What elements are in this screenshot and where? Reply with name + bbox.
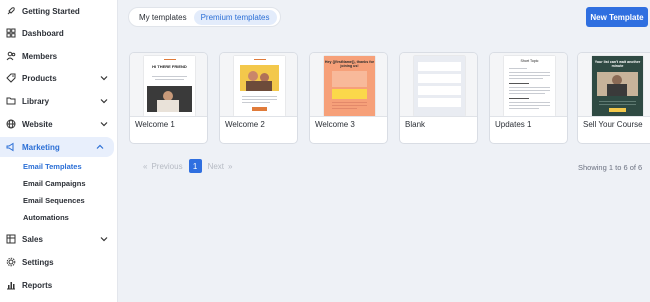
template-preview: Your list can't wait another minute <box>592 56 643 116</box>
sidebar-item-label: Products <box>22 73 57 83</box>
grid-icon <box>6 28 16 38</box>
card-divider <box>400 116 477 117</box>
new-template-button[interactable]: New Template <box>586 7 648 27</box>
card-divider <box>310 116 387 117</box>
template-name: Blank <box>405 120 426 129</box>
sidebar-item-label: Marketing <box>22 142 60 152</box>
template-name: Sell Your Course <box>583 120 643 129</box>
sidebar-subitem-email-sequences[interactable]: Email Sequences <box>23 196 85 205</box>
template-thumbnail <box>220 53 297 116</box>
sidebar-item-products[interactable]: Products <box>0 68 118 88</box>
sidebar-item-members[interactable]: Members <box>0 46 118 66</box>
preview-photo <box>597 72 638 96</box>
megaphone-icon <box>6 142 16 152</box>
sidebar: Getting Started Dashboard Members Produc… <box>0 0 118 302</box>
chevron-down-icon[interactable] <box>100 97 108 105</box>
previous-button[interactable]: Previous <box>151 162 182 171</box>
template-thumbnail: HI THERE FRIEND <box>130 53 207 116</box>
card-divider <box>490 116 567 117</box>
sidebar-item-sales[interactable]: Sales <box>0 229 118 249</box>
template-thumbnail: Short Topic <box>490 53 567 116</box>
sidebar-item-settings[interactable]: Settings <box>0 252 118 272</box>
table-icon <box>6 234 16 244</box>
chevron-down-icon[interactable] <box>100 74 108 82</box>
folder-icon <box>6 96 16 106</box>
sidebar-item-marketing[interactable]: Marketing <box>0 137 114 157</box>
chevron-up-icon[interactable] <box>96 143 104 151</box>
template-card-updates-1[interactable]: Short Topic Updates 1 <box>489 52 568 144</box>
template-name: Updates 1 <box>495 120 532 129</box>
template-headline: Your list can't wait another minute <box>594 60 641 69</box>
template-card-welcome-3[interactable]: Hey {{firstName}}, thanks for joining us… <box>309 52 388 144</box>
template-tabs: My templates Premium templates <box>128 7 281 27</box>
chart-icon <box>6 280 16 290</box>
sidebar-item-website[interactable]: Website <box>0 114 118 134</box>
sidebar-item-library[interactable]: Library <box>0 91 118 111</box>
pagination: « Previous 1 Next » <box>143 159 236 173</box>
template-card-welcome-1[interactable]: HI THERE FRIEND Welcome 1 <box>129 52 208 144</box>
template-thumbnail <box>400 53 477 116</box>
sidebar-item-label: Dashboard <box>22 28 64 38</box>
sidebar-item-label: Getting Started <box>22 6 80 16</box>
chevron-down-icon[interactable] <box>100 235 108 243</box>
preview-photo <box>240 65 279 91</box>
sidebar-item-label: Settings <box>22 257 54 267</box>
sidebar-item-reports[interactable]: Reports <box>0 275 118 295</box>
template-name: Welcome 1 <box>135 120 175 129</box>
template-preview <box>234 56 285 116</box>
tag-icon <box>6 73 16 83</box>
users-icon <box>6 51 16 61</box>
sidebar-item-label: Sales <box>22 234 43 244</box>
template-preview: Hey {{firstName}}, thanks for joining us… <box>324 56 375 116</box>
template-headline: Short Topic <box>520 59 539 63</box>
sidebar-item-label: Library <box>22 96 50 106</box>
card-divider <box>220 116 297 117</box>
chevron-down-icon[interactable] <box>100 120 108 128</box>
gear-icon <box>6 257 16 267</box>
template-card-blank[interactable]: Blank <box>399 52 478 144</box>
template-preview: Short Topic <box>504 56 555 116</box>
results-status: Showing 1 to 6 of 6 <box>578 163 643 172</box>
globe-icon <box>6 119 16 129</box>
next-button[interactable]: Next <box>208 162 224 171</box>
card-divider <box>130 116 207 117</box>
template-preview <box>414 56 465 116</box>
template-headline: Hey {{firstName}}, thanks for joining us… <box>324 60 375 69</box>
sidebar-item-getting-started[interactable]: Getting Started <box>0 1 118 21</box>
rocket-icon <box>6 6 16 16</box>
template-preview: HI THERE FRIEND <box>144 56 195 116</box>
template-name: Welcome 3 <box>315 120 355 129</box>
next-arrows[interactable]: » <box>228 162 232 171</box>
sidebar-item-dashboard[interactable]: Dashboard <box>0 23 118 43</box>
template-thumbnail: Your list can't wait another minute <box>578 53 650 116</box>
template-card-sell-your-course[interactable]: Your list can't wait another minute Sell… <box>577 52 650 144</box>
sidebar-item-label: Reports <box>22 280 53 290</box>
tab-premium-templates[interactable]: Premium templates <box>193 9 277 25</box>
template-thumbnail: Hey {{firstName}}, thanks for joining us… <box>310 53 387 116</box>
sidebar-subitem-automations[interactable]: Automations <box>23 213 69 222</box>
sidebar-item-label: Website <box>22 119 53 129</box>
sidebar-subitem-email-templates[interactable]: Email Templates <box>23 162 82 171</box>
card-divider <box>578 116 650 117</box>
previous-arrows[interactable]: « <box>143 162 147 171</box>
template-name: Welcome 2 <box>225 120 265 129</box>
sidebar-subitem-email-campaigns[interactable]: Email Campaigns <box>23 179 86 188</box>
template-card-welcome-2[interactable]: Welcome 2 <box>219 52 298 144</box>
current-page[interactable]: 1 <box>188 159 202 173</box>
template-headline: HI THERE FRIEND <box>152 64 187 69</box>
preview-photo <box>147 86 192 112</box>
tab-my-templates[interactable]: My templates <box>132 10 194 25</box>
sidebar-item-label: Members <box>22 51 58 61</box>
